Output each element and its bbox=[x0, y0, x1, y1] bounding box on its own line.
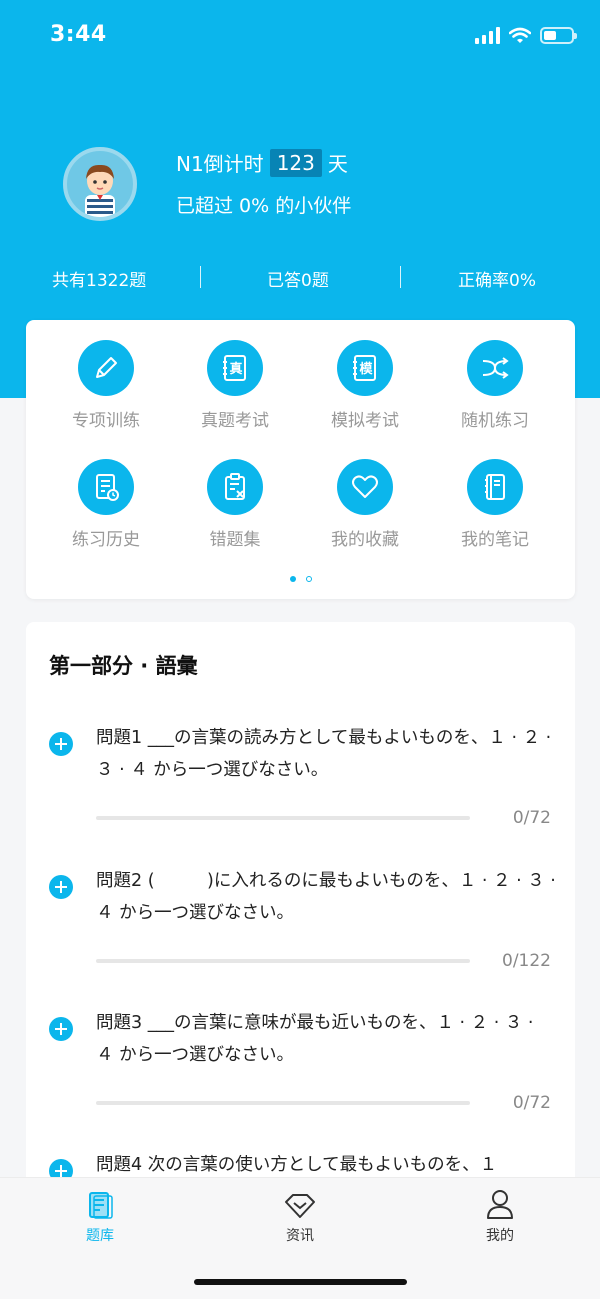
question-text: 問題2 ( )に入れるのに最もよいものを、１ · ２ · ３ · ４ から一つ選… bbox=[96, 871, 556, 923]
tab-label: 题库 bbox=[86, 1228, 114, 1244]
svg-text:真: 真 bbox=[229, 361, 242, 377]
question-progress-bar bbox=[96, 816, 470, 820]
stat-divider bbox=[200, 266, 201, 288]
grid-item-notes[interactable]: 我的笔记 bbox=[430, 459, 560, 550]
wrong-list-icon bbox=[207, 459, 263, 515]
page-indicator[interactable] bbox=[26, 576, 575, 582]
stat-total: 共有1322题 bbox=[52, 271, 147, 291]
grid-item-label: 我的笔记 bbox=[461, 530, 529, 550]
grid-item-practice-history[interactable]: 练习历史 bbox=[41, 459, 171, 550]
avatar-boy-icon bbox=[85, 164, 115, 217]
grid-item-label: 真题考试 bbox=[201, 411, 269, 431]
wifi-icon bbox=[509, 27, 531, 43]
countdown: N1倒计时 123 天 bbox=[176, 148, 348, 177]
grid-item-label: 专项训练 bbox=[72, 411, 140, 431]
question-text: 問題1 ___の言葉の読み方として最もよいものを、１ · ２ · ３ · ４ か… bbox=[96, 728, 552, 780]
question-text: 問題3 ___の言葉に意味が最も近いものを、１ · ２ · ３ · ４ から一つ… bbox=[96, 1013, 534, 1065]
grid-item-real-exam[interactable]: 真 真题考试 bbox=[170, 340, 300, 431]
status-time: 3:44 bbox=[50, 22, 107, 47]
question-progress-count: 0/72 bbox=[512, 808, 551, 828]
expand-plus-icon[interactable] bbox=[49, 732, 73, 756]
question-progress-bar bbox=[96, 1101, 470, 1105]
notebook-icon bbox=[467, 459, 523, 515]
signal-icon bbox=[475, 26, 500, 44]
question-progress-count: 0/72 bbox=[512, 1093, 551, 1113]
pencil-icon bbox=[78, 340, 134, 396]
grid-item-label: 错题集 bbox=[209, 530, 261, 550]
countdown-unit: 天 bbox=[327, 152, 348, 176]
title-underline bbox=[49, 678, 221, 684]
stats-row: 共有1322题 已答0题 正确率0% bbox=[0, 266, 600, 296]
tab-question-bank[interactable]: 题库 bbox=[50, 1188, 150, 1245]
question-progress-count: 0/122 bbox=[502, 951, 551, 971]
expand-plus-icon[interactable] bbox=[49, 875, 73, 899]
page-dot-active[interactable] bbox=[289, 576, 296, 582]
heart-icon bbox=[337, 459, 393, 515]
profile-icon bbox=[450, 1188, 550, 1220]
grid-item-favorites[interactable]: 我的收藏 bbox=[300, 459, 430, 550]
expand-plus-icon[interactable] bbox=[49, 1017, 73, 1041]
stat-divider bbox=[400, 266, 401, 288]
question-section: 第一部分 · 語彙 問題1 ___の言葉の読み方として最もよいものを、１ · ２… bbox=[26, 622, 575, 1182]
real-exam-icon: 真 bbox=[207, 340, 263, 396]
stat-answered: 已答0题 bbox=[267, 271, 329, 291]
grid-item-label: 模拟考试 bbox=[331, 411, 399, 431]
stat-accuracy: 正确率0% bbox=[458, 271, 536, 291]
grid-item-label: 随机练习 bbox=[461, 411, 529, 431]
grid-item-mock-exam[interactable]: 模 模拟考试 bbox=[300, 340, 430, 431]
section-title: 第一部分 · 語彙 bbox=[49, 650, 221, 684]
grid-item-label: 练习历史 bbox=[72, 530, 140, 550]
news-icon bbox=[250, 1188, 350, 1220]
question-bank-icon bbox=[50, 1188, 150, 1220]
grid-item-special-training[interactable]: 专项训练 bbox=[41, 340, 171, 431]
tab-news[interactable]: 资讯 bbox=[250, 1188, 350, 1245]
mock-exam-icon: 模 bbox=[337, 340, 393, 396]
status-icons bbox=[475, 26, 577, 44]
tab-profile[interactable]: 我的 bbox=[450, 1188, 550, 1245]
grid-item-wrong-list[interactable]: 错题集 bbox=[170, 459, 300, 550]
section-title-text: 第一部分 · 語彙 bbox=[49, 654, 198, 678]
countdown-days: 123 bbox=[269, 148, 322, 177]
shuffle-icon bbox=[467, 340, 523, 396]
tab-label: 我的 bbox=[486, 1228, 514, 1244]
history-icon bbox=[78, 459, 134, 515]
battery-icon bbox=[540, 26, 577, 44]
avatar[interactable] bbox=[63, 147, 137, 221]
question-progress-bar bbox=[96, 959, 470, 963]
home-indicator[interactable] bbox=[194, 1279, 407, 1285]
countdown-label: N1倒计时 bbox=[176, 152, 264, 176]
status-bar: 3:44 bbox=[0, 0, 600, 74]
feature-grid: 专项训练 真 真题考试 模 模拟考试 随机练习 练习历史 错题集 我的收藏 我的… bbox=[26, 320, 575, 599]
surpass-text: 已超过 0% 的小伙伴 bbox=[176, 195, 352, 217]
page-dot[interactable] bbox=[305, 576, 312, 582]
grid-item-label: 我的收藏 bbox=[331, 530, 399, 550]
svg-text:模: 模 bbox=[359, 361, 373, 377]
tab-label: 资讯 bbox=[286, 1228, 314, 1244]
grid-item-random-practice[interactable]: 随机练习 bbox=[430, 340, 560, 431]
